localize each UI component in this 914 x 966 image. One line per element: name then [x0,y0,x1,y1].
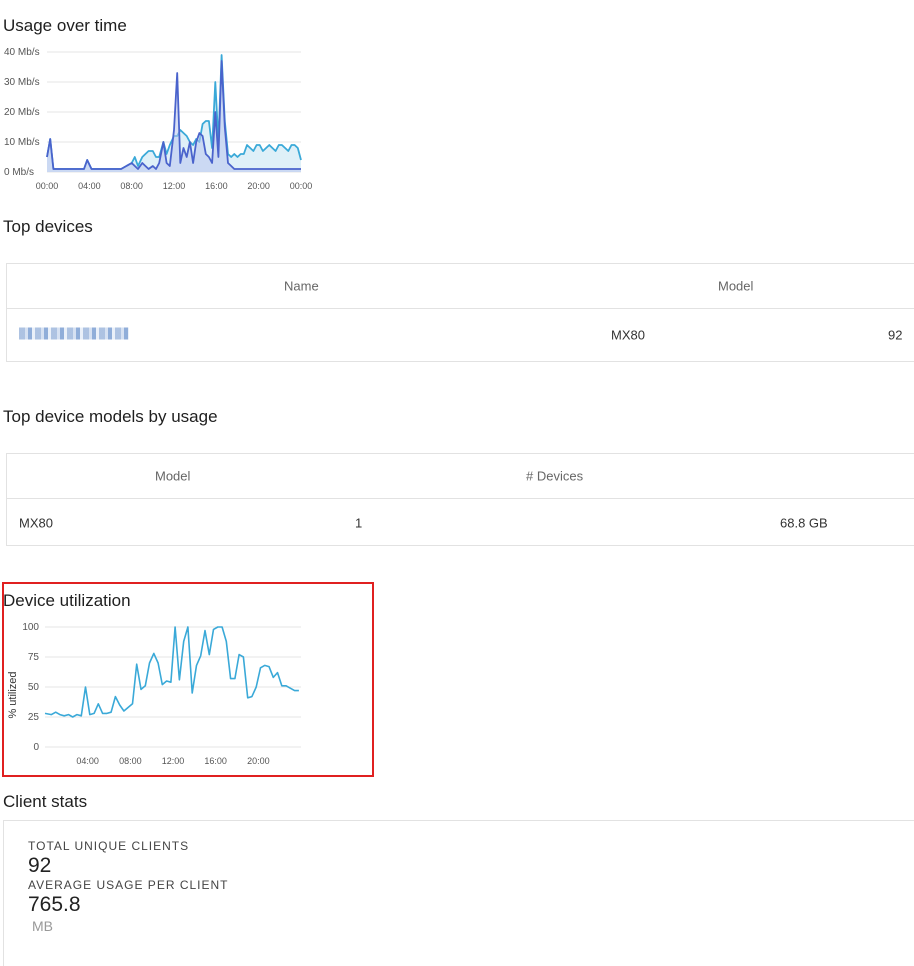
usage-title: Usage over time [3,16,127,35]
top-models-title: Top device models by usage [3,407,218,426]
model-usage: 68.8 GB [780,515,828,531]
table-header: Name Model [7,264,914,309]
y-tick-label: 0 [33,742,39,753]
y-tick-label: 30 Mb/s [4,77,40,88]
x-tick-label: 08:00 [120,181,143,191]
x-tick-label: 12:00 [163,181,186,191]
x-tick-label: 16:00 [205,181,228,191]
x-tick-label: 04:00 [78,181,101,191]
y-tick-label: 40 Mb/s [4,47,40,58]
device-name-link[interactable] [19,327,129,343]
x-tick-label: 04:00 [76,756,99,766]
utilization-line [44,626,299,718]
x-tick-label: 20:00 [247,756,270,766]
y-tick-label: 25 [28,712,40,723]
table-header: Model # Devices [7,454,914,499]
y-tick-label: 10 Mb/s [4,137,40,148]
column-header-model[interactable]: Model [155,469,190,484]
avg-usage-unit: MB [32,918,53,934]
device-value: 92 [888,327,903,343]
y-tick-label: 100 [22,622,39,633]
x-tick-label: 00:00 [36,181,59,191]
x-tick-label: 12:00 [162,756,185,766]
table-row[interactable]: MX80 1 68.8 GB [7,499,914,547]
x-tick-label: 16:00 [204,756,227,766]
top-devices-title: Top devices [3,217,93,236]
usage-chart: 40 Mb/s30 Mb/s20 Mb/s10 Mb/s0 Mb/s00:00 0… [4,47,313,191]
model-name: MX80 [19,515,53,531]
top-models-table: Model # Devices MX80 1 68.8 GB [6,453,914,546]
table-row[interactable]: MX80 92 [7,309,914,361]
device-model: MX80 [611,327,645,343]
total-clients-value: 92 [28,854,52,877]
utilization-title: Device utilization [3,591,131,610]
y-tick-label: 75 [28,652,40,663]
y-tick-label: 50 [28,682,40,693]
total-clients-label: TOTAL UNIQUE CLIENTS [28,839,190,853]
column-header-devices[interactable]: # Devices [526,469,583,484]
top-devices-table: Name Model MX80 92 [6,263,914,362]
y-tick-label: 0 Mb/s [4,167,34,178]
x-tick-label: 00:00 [290,181,313,191]
avg-usage-label: AVERAGE USAGE PER CLIENT [28,878,229,892]
avg-usage-value: 765.8 [28,893,81,916]
column-header-name[interactable]: Name [284,279,319,294]
client-stats-title: Client stats [3,792,88,811]
y-tick-label: 20 Mb/s [4,107,40,118]
y-axis-label: % utilized [7,671,19,718]
x-tick-label: 20:00 [247,181,270,191]
client-stats-panel: TOTAL UNIQUE CLIENTS 92 AVERAGE USAGE PE… [3,820,914,966]
redacted-device-name [19,327,129,340]
utilization-chart: 100 75 50 25 0 04:00 08:00 12:00 16:00 20:00 % uti… [7,622,301,766]
device-count: 1 [355,515,363,531]
x-tick-label: 08:00 [119,756,142,766]
column-header-model[interactable]: Model [718,279,753,294]
